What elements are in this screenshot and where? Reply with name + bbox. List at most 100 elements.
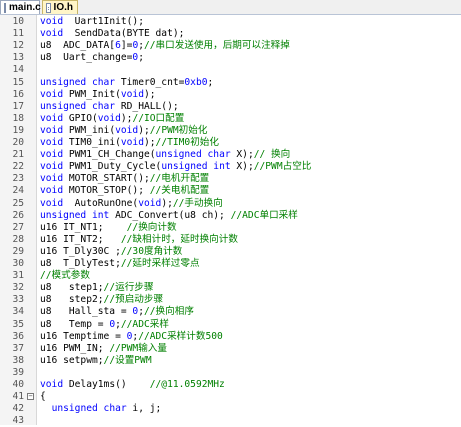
code-line[interactable]: 40 void Delay1ms() //@11.0592MHz [0, 379, 461, 391]
code-line[interactable]: 37 u16 PWM_IN; //PWM输入量 [0, 343, 461, 355]
code-line[interactable]: 35 u8 Temp = 0;//ADC采样 [0, 319, 461, 331]
code-line[interactable]: 42 unsigned char i, j; [0, 403, 461, 415]
code-token: X); [230, 161, 254, 173]
code-line[interactable]: 22 void PWM1_Duty_Cycle(unsigned int X);/… [0, 161, 461, 173]
code-text: unsigned char i, j; [40, 403, 162, 415]
keyword: void [120, 137, 144, 148]
code-token: u16 IT_NT1; [40, 221, 127, 233]
fold-toggle-icon[interactable]: − [27, 393, 34, 401]
code-token: u16 Temptime = [40, 330, 127, 342]
code-line[interactable]: 41−{ [0, 391, 461, 403]
keyword: void [40, 197, 64, 209]
code-token: ); [143, 88, 156, 100]
code-text: void PWM_ini(void);//PWM初始化 [40, 125, 207, 137]
code-line[interactable]: 24 void MOTOR_STOP(); //关电机配置 [0, 185, 461, 197]
code-token: AutoRunOne( [63, 197, 139, 209]
code-line[interactable]: 27 u16 IT_NT1; //换向计数 [0, 222, 461, 234]
code-line[interactable]: 19 void PWM_ini(void);//PWM初始化 [0, 125, 461, 137]
code-line[interactable]: 38 u16 setpwm;//设置PWM [0, 355, 461, 367]
code-token: SendData(BYTE dat); [63, 28, 185, 40]
keyword: void [40, 112, 64, 124]
h-file-icon [46, 2, 51, 13]
tab-io-h[interactable]: IO.h [42, 0, 78, 14]
code-text: void MOTOR_START();//电机开配置 [40, 173, 209, 185]
code-line[interactable]: 16 void PWM_Init(void); [0, 89, 461, 101]
code-line[interactable]: 15 unsigned char Timer0_cnt=0xb0; [0, 77, 461, 89]
code-line[interactable]: 30 u8 T_DlyTest;//延时采样过零点 [0, 258, 461, 270]
comment: //PWM占空比 [253, 161, 312, 173]
code-line[interactable]: 21 void PWM1_CH_Change(unsigned char X);/… [0, 149, 461, 161]
line-number: 33 [12, 294, 24, 306]
code-line[interactable]: 10 void Uart1Init(); [0, 16, 461, 28]
keyword: unsigned char [155, 149, 231, 161]
code-text: void TIM0_ini(void);//TIM0初始化 [40, 137, 219, 149]
line-number: 29 [12, 245, 24, 257]
line-number: 22 [12, 161, 24, 173]
code-line[interactable]: 31 //模式参数 [0, 270, 461, 282]
comment: //PWM初始化 [149, 124, 208, 136]
line-number: 42 [12, 403, 24, 415]
line-number: 38 [12, 354, 24, 366]
comment: //ADC采样 [120, 318, 169, 330]
keyword: void [120, 88, 144, 100]
code-line[interactable]: 32 u8 step1;//运行步骤 [0, 282, 461, 294]
line-number: 36 [12, 330, 24, 342]
code-token: u16 setpwm; [40, 354, 104, 366]
code-line[interactable]: 26 unsigned int ADC_Convert(u8 ch); //ADC… [0, 210, 461, 222]
keyword: unsigned char [51, 403, 127, 415]
keyword: void [115, 124, 139, 136]
line-number: 11 [12, 28, 24, 40]
code-token: u8 Uart_change= [40, 52, 133, 64]
code-token: Delay1ms() [63, 379, 150, 390]
code-text: void GPIO(void);//IO口配置 [40, 113, 184, 125]
code-line[interactable]: 17 unsigned char RD_HALL(); [0, 101, 461, 113]
comment: //换向计数 [126, 221, 177, 233]
code-token: ; [138, 52, 144, 64]
comment: // 换向 [253, 149, 291, 161]
keyword: void [40, 124, 64, 136]
comment: //TIM0初始化 [155, 137, 219, 148]
line-number: 14 [12, 64, 24, 76]
code-text: u8 ADC_DATA[6]=0;//串口发送使用，后期可以注释掉 [40, 40, 290, 52]
code-line[interactable]: 14 [0, 64, 461, 76]
code-line[interactable]: 29 u16 T_Dly30C ;//30度角计数 [0, 246, 461, 258]
line-number: 19 [12, 124, 24, 136]
tab-main-c[interactable]: main.c [0, 0, 41, 14]
keyword: void [40, 149, 64, 161]
code-line[interactable]: 18 void GPIO(void);//IO口配置 [0, 113, 461, 125]
code-line[interactable]: 33 u8 step2;//预启动步骤 [0, 294, 461, 306]
keyword: unsigned char [40, 100, 116, 112]
code-token: u16 T_Dly30C ; [40, 245, 121, 257]
code-line[interactable]: 43 [0, 415, 461, 427]
code-line[interactable]: 25 void AutoRunOne(void);//手动换向 [0, 198, 461, 210]
keyword: void [40, 28, 64, 40]
code-text: u16 Temptime = 0;//ADC采样计数500 [40, 331, 223, 343]
code-line[interactable]: 34 u8 Hall_sta = 0;//换向相序 [0, 306, 461, 318]
line-number: 13 [12, 52, 24, 64]
keyword: unsigned int [40, 209, 110, 221]
line-number: 31 [12, 270, 24, 282]
number-literal: 0xb0 [184, 76, 208, 88]
comment: //串口发送使用，后期可以注释掉 [144, 40, 290, 52]
code-line[interactable]: 12 u8 ADC_DATA[6]=0;//串口发送使用，后期可以注释掉 [0, 40, 461, 52]
code-token: u8 ADC_DATA[ [40, 40, 116, 52]
line-number: 12 [12, 40, 24, 52]
code-line[interactable]: 28 u16 IT_NT2; //缺相计时，延时换向计数 [0, 234, 461, 246]
comment: //设置PWM [103, 354, 152, 366]
code-line[interactable]: 36 u16 Temptime = 0;//ADC采样计数500 [0, 331, 461, 343]
code-text: u8 Temp = 0;//ADC采样 [40, 319, 169, 331]
line-number: 26 [12, 209, 24, 221]
comment: //ADC采样计数500 [138, 330, 223, 342]
code-editor[interactable]: 10 void Uart1Init(); 11 void SendData(BYTE … [0, 15, 461, 427]
code-text: u8 T_DlyTest;//延时采样过零点 [40, 258, 200, 270]
code-token: TIM0_ini( [63, 137, 121, 148]
code-line[interactable]: 39 [0, 367, 461, 379]
code-line[interactable]: 13 u8 Uart_change=0; [0, 52, 461, 64]
keyword: void [40, 161, 64, 173]
code-line[interactable]: 20 void TIM0_ini(void);//TIM0初始化 [0, 137, 461, 149]
line-number: 37 [12, 342, 24, 354]
code-text: void Delay1ms() //@11.0592MHz [40, 379, 225, 391]
code-line[interactable]: 11 void SendData(BYTE dat); [0, 28, 461, 40]
code-line[interactable]: 23 void MOTOR_START();//电机开配置 [0, 173, 461, 185]
